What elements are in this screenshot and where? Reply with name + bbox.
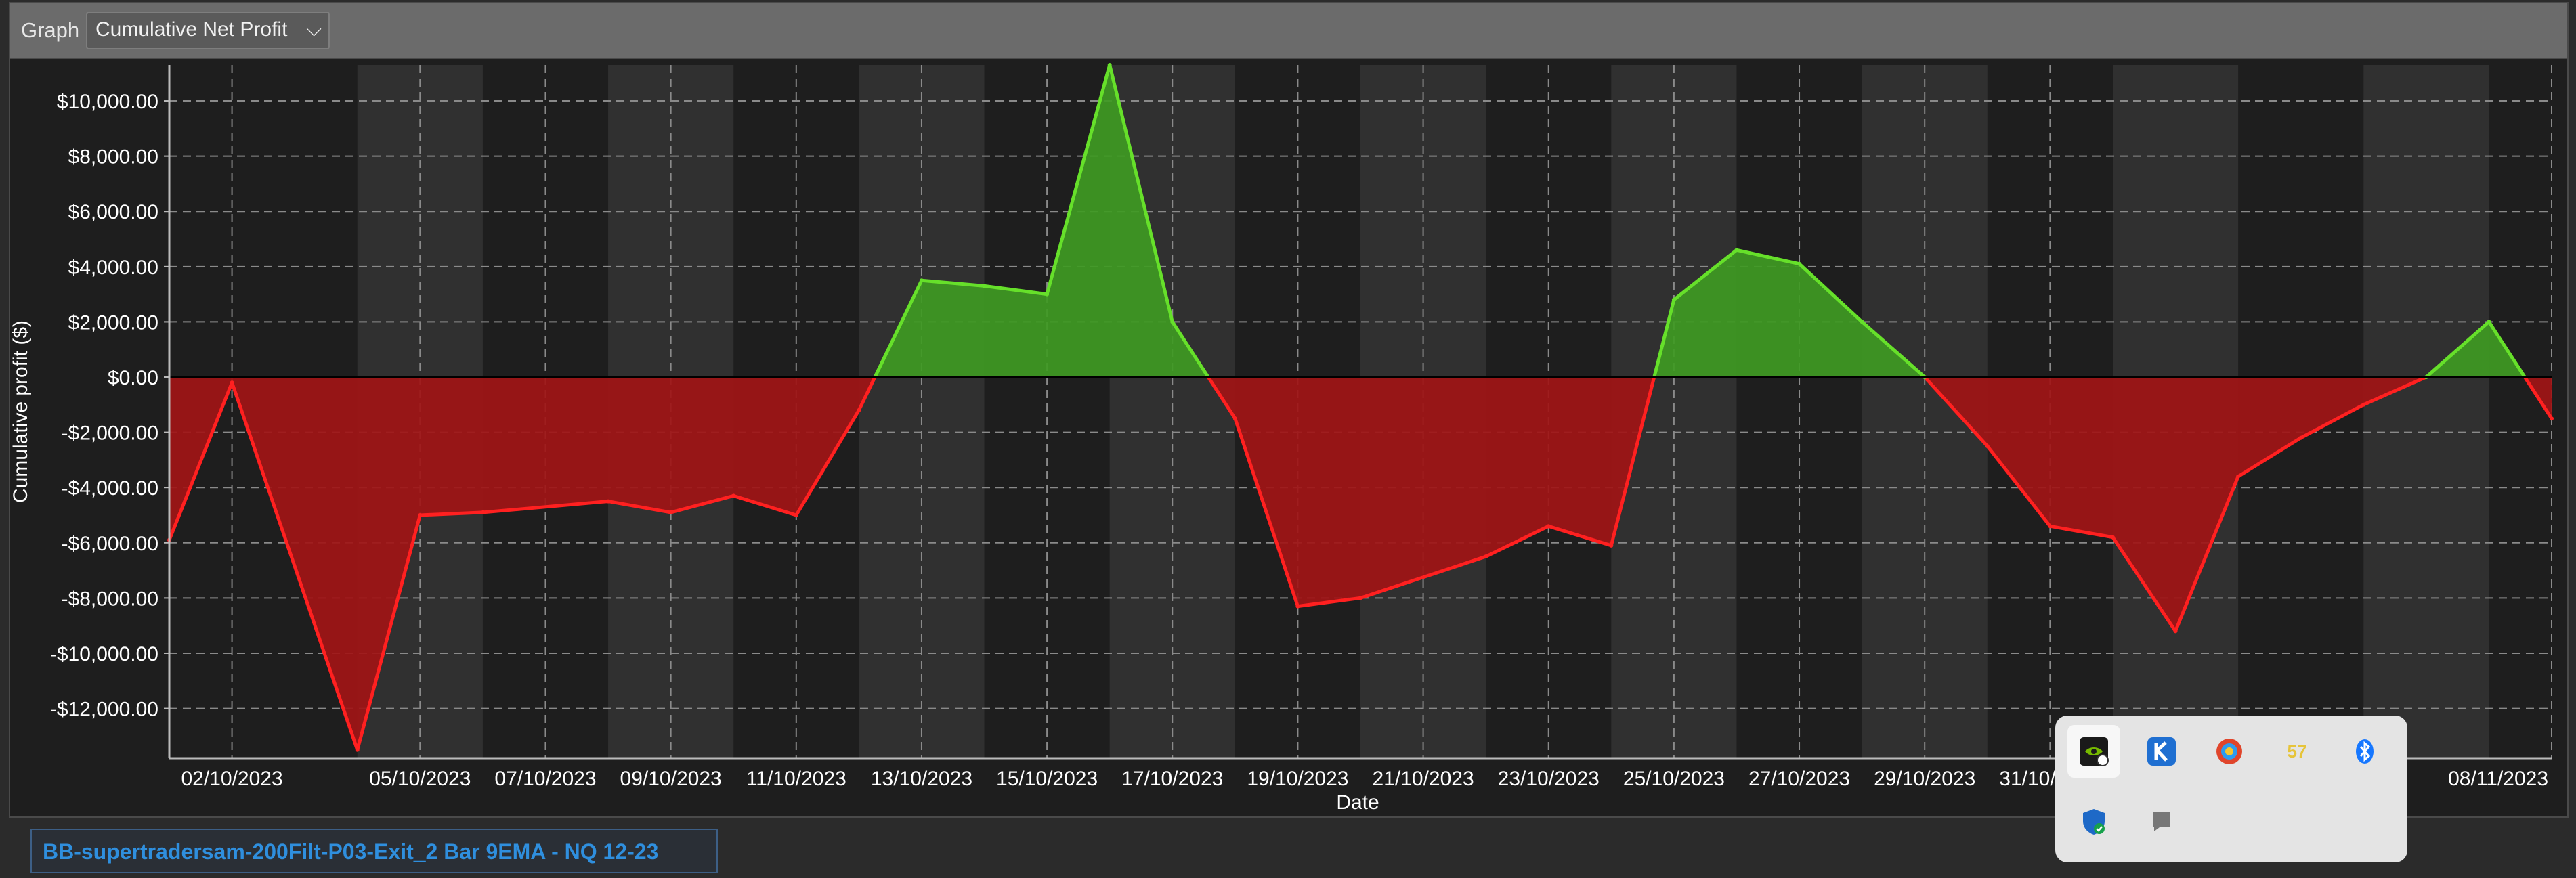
data-point — [731, 493, 736, 498]
data-point — [2487, 320, 2491, 324]
data-point — [919, 278, 924, 283]
x-tick-label: 09/10/2023 — [620, 768, 722, 790]
data-point — [2110, 535, 2115, 540]
nvidia-icon[interactable] — [2067, 725, 2120, 778]
data-point — [2550, 416, 2554, 421]
x-tick-label: 02/10/2023 — [181, 768, 283, 790]
y-tick-label: $10,000.00 — [57, 91, 158, 113]
data-point — [1546, 524, 1551, 529]
x-tick-label: 21/10/2023 — [1373, 768, 1474, 790]
y-tick-label: $2,000.00 — [68, 311, 158, 334]
y-tick-label: -$8,000.00 — [62, 588, 158, 610]
data-point — [2298, 435, 2303, 440]
data-point — [1484, 554, 1488, 559]
data-point — [1671, 297, 1676, 302]
data-point — [2048, 524, 2053, 529]
data-point — [982, 284, 987, 288]
k-app-icon[interactable] — [2135, 725, 2188, 778]
message-icon[interactable] — [2135, 795, 2188, 848]
data-point — [355, 747, 360, 752]
y-tick-label: -$4,000.00 — [62, 477, 158, 500]
y-tick-label: -$12,000.00 — [50, 699, 158, 721]
data-point — [230, 380, 234, 385]
x-tick-label: 05/10/2023 — [369, 768, 471, 790]
data-point — [606, 499, 611, 504]
x-tick-label: 19/10/2023 — [1247, 768, 1348, 790]
data-point — [2361, 402, 2366, 407]
data-point — [1860, 320, 1864, 324]
x-tick-label: 08/11/2023 — [2448, 768, 2548, 790]
x-tick-label: 25/10/2023 — [1623, 768, 1725, 790]
y-tick-label: $0.00 — [108, 367, 158, 389]
data-point — [1045, 292, 1050, 297]
bluetooth-icon[interactable] — [2338, 725, 2391, 778]
tray-badge: 57 — [2287, 741, 2307, 762]
data-point — [1170, 320, 1175, 324]
data-point — [857, 408, 861, 412]
y-tick-label: $4,000.00 — [68, 257, 158, 279]
y-tick-label: -$2,000.00 — [62, 422, 158, 445]
y-tick-label: $6,000.00 — [68, 201, 158, 223]
data-point — [2173, 629, 2178, 634]
data-point — [480, 510, 485, 514]
y-axis-label: Cumulative profit ($) — [9, 320, 32, 503]
data-point — [418, 512, 423, 517]
data-point — [1734, 248, 1739, 253]
data-point — [668, 510, 673, 514]
notification-count-icon[interactable]: 57 — [2271, 725, 2323, 778]
x-tick-label: 07/10/2023 — [494, 768, 596, 790]
loss-area — [169, 377, 876, 750]
data-point — [1295, 604, 1300, 609]
security-shield-icon[interactable] — [2067, 795, 2120, 848]
loss-area — [1208, 377, 1654, 607]
copilot-icon[interactable] — [2203, 725, 2256, 778]
x-tick-label: 27/10/2023 — [1748, 768, 1850, 790]
data-point — [1358, 596, 1362, 600]
data-point — [1985, 443, 1990, 448]
data-point — [1797, 261, 1802, 266]
data-point — [1107, 63, 1112, 67]
data-point — [1609, 543, 1614, 548]
y-tick-label: $8,000.00 — [68, 146, 158, 169]
data-point — [2236, 474, 2241, 479]
y-tick-label: -$10,000.00 — [50, 643, 158, 665]
x-tick-label: 13/10/2023 — [871, 768, 972, 790]
loss-area — [1925, 377, 2426, 632]
x-tick-label: 11/10/2023 — [746, 768, 846, 790]
data-point — [1232, 416, 1237, 421]
y-tick-label: -$6,000.00 — [62, 533, 158, 555]
system-tray-overflow: 57 — [2055, 716, 2407, 862]
strategy-tab[interactable]: BB-supertradersam-200Filt-P03-Exit_2 Bar… — [30, 829, 718, 873]
x-tick-label: 23/10/2023 — [1498, 768, 1600, 790]
x-tick-label: 17/10/2023 — [1121, 768, 1223, 790]
date-band — [2363, 65, 2489, 758]
x-axis-label: Date — [1336, 791, 1379, 814]
x-tick-label: 15/10/2023 — [996, 768, 1098, 790]
x-tick-label: 29/10/2023 — [1874, 768, 1975, 790]
data-point — [794, 512, 798, 517]
